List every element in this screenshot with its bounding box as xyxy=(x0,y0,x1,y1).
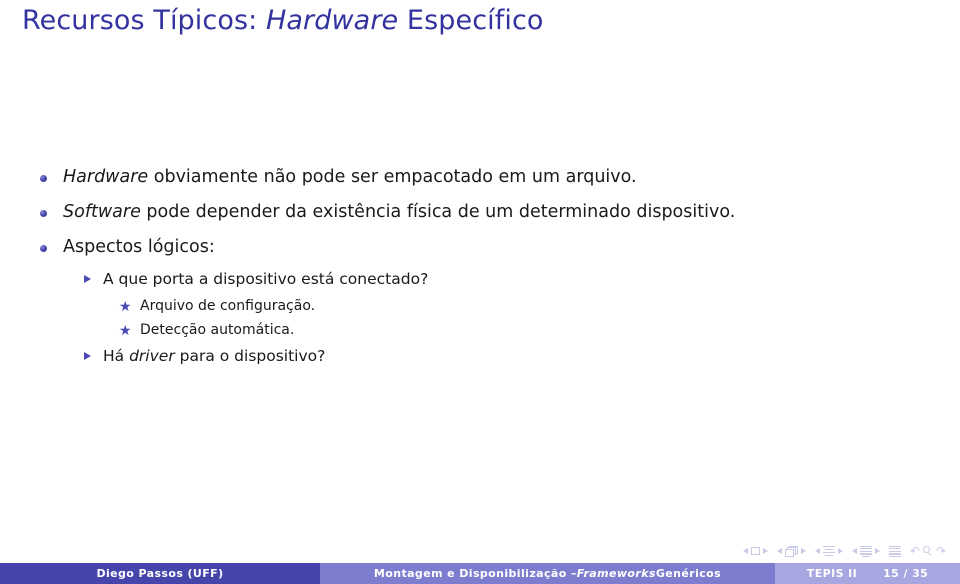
page-title-prefix: Recursos Típicos: xyxy=(22,5,266,36)
list-item: Software pode depender da existência fís… xyxy=(0,195,960,230)
slide-navigation-group[interactable] xyxy=(742,547,768,555)
document-navigation-group[interactable] xyxy=(888,545,901,558)
next-subsection-icon[interactable] xyxy=(837,548,843,554)
footer-subject: Montagem e Disponibilização – Frameworks… xyxy=(320,563,775,584)
sub-list-item: Há driver para o dispositivo? xyxy=(0,342,960,371)
bullet-dot-icon xyxy=(40,175,47,182)
list-item-emphasis: Software xyxy=(63,202,141,222)
previous-section-icon[interactable] xyxy=(851,548,857,554)
list-item-label: obviamente não pode ser empacotado em um… xyxy=(148,167,637,187)
section-icon[interactable] xyxy=(859,545,872,558)
frame-icon[interactable] xyxy=(784,545,798,557)
footer-subject-prefix: Montagem e Disponibilização – xyxy=(373,567,577,580)
sub-sub-list-item-label: Arquivo de configuração. xyxy=(140,298,316,314)
previous-slide-icon[interactable] xyxy=(742,548,748,554)
go-back-icon[interactable]: ↶ xyxy=(910,545,920,557)
footer-subject-suffix: Genéricos xyxy=(655,567,722,580)
footer-author: Diego Passos (UFF) xyxy=(0,563,320,584)
list-item-label: Aspectos lógicos: xyxy=(63,237,215,257)
sub-list-item: A que porta a dispositivo está conectado… xyxy=(0,265,960,294)
sub-sub-list-item-label: Detecção automática. xyxy=(140,322,295,338)
sub-list-item-prefix: Há xyxy=(103,347,130,365)
bullet-star-icon: ★ xyxy=(119,323,132,339)
list-item-emphasis: Hardware xyxy=(63,167,149,187)
sub-list-item-suffix: para o dispositivo? xyxy=(174,347,326,365)
frame-navigation-group[interactable] xyxy=(776,545,806,557)
footer-bar: Diego Passos (UFF) Montagem e Disponibil… xyxy=(0,563,960,584)
previous-frame-icon[interactable] xyxy=(776,548,782,554)
go-forward-icon[interactable]: ↷ xyxy=(936,545,946,557)
bullet-dot-icon xyxy=(40,210,47,217)
page-title-emphasis: Hardware xyxy=(266,5,399,36)
page-title: Recursos Típicos: Hardware Específico xyxy=(22,4,544,38)
next-section-icon[interactable] xyxy=(874,548,880,554)
list-item: Aspectos lógicos: xyxy=(0,230,960,265)
footer-course: TEPIS II xyxy=(806,567,858,580)
sub-sub-list-item: ★ Detecção automática. xyxy=(0,318,960,342)
section-navigation-group[interactable] xyxy=(851,545,880,558)
document-icon[interactable] xyxy=(888,545,901,558)
bullet-star-icon: ★ xyxy=(119,299,132,315)
page-title-suffix: Específico xyxy=(398,5,544,36)
list-item: Hardware obviamente não pode ser empacot… xyxy=(0,160,960,195)
bullet-triangle-icon xyxy=(84,352,91,360)
subsection-navigation-group[interactable] xyxy=(814,545,843,557)
footer-meta: TEPIS II 15 / 35 xyxy=(775,563,960,584)
previous-subsection-icon[interactable] xyxy=(814,548,820,554)
beamer-navigation-symbols[interactable]: ↶ ↷ xyxy=(742,542,946,560)
list-item-label: pode depender da existência física de um… xyxy=(140,202,736,222)
history-navigation-group[interactable]: ↶ ↷ xyxy=(910,545,946,557)
sub-sub-list-item: ★ Arquivo de configuração. xyxy=(0,294,960,318)
next-slide-icon[interactable] xyxy=(762,548,768,554)
sub-list-item-label: A que porta a dispositivo está conectado… xyxy=(103,270,429,288)
search-icon[interactable] xyxy=(922,546,933,556)
next-frame-icon[interactable] xyxy=(800,548,806,554)
bullet-dot-icon xyxy=(40,245,47,252)
slide-content: Hardware obviamente não pode ser empacot… xyxy=(0,160,960,371)
footer-subject-emphasis: Frameworks xyxy=(576,567,656,580)
sub-list-item-emphasis: driver xyxy=(129,347,175,365)
footer-page-number: 15 / 35 xyxy=(883,567,929,580)
bullet-triangle-icon xyxy=(84,275,91,283)
subsection-icon[interactable] xyxy=(822,545,835,557)
slide-icon[interactable] xyxy=(750,547,760,555)
